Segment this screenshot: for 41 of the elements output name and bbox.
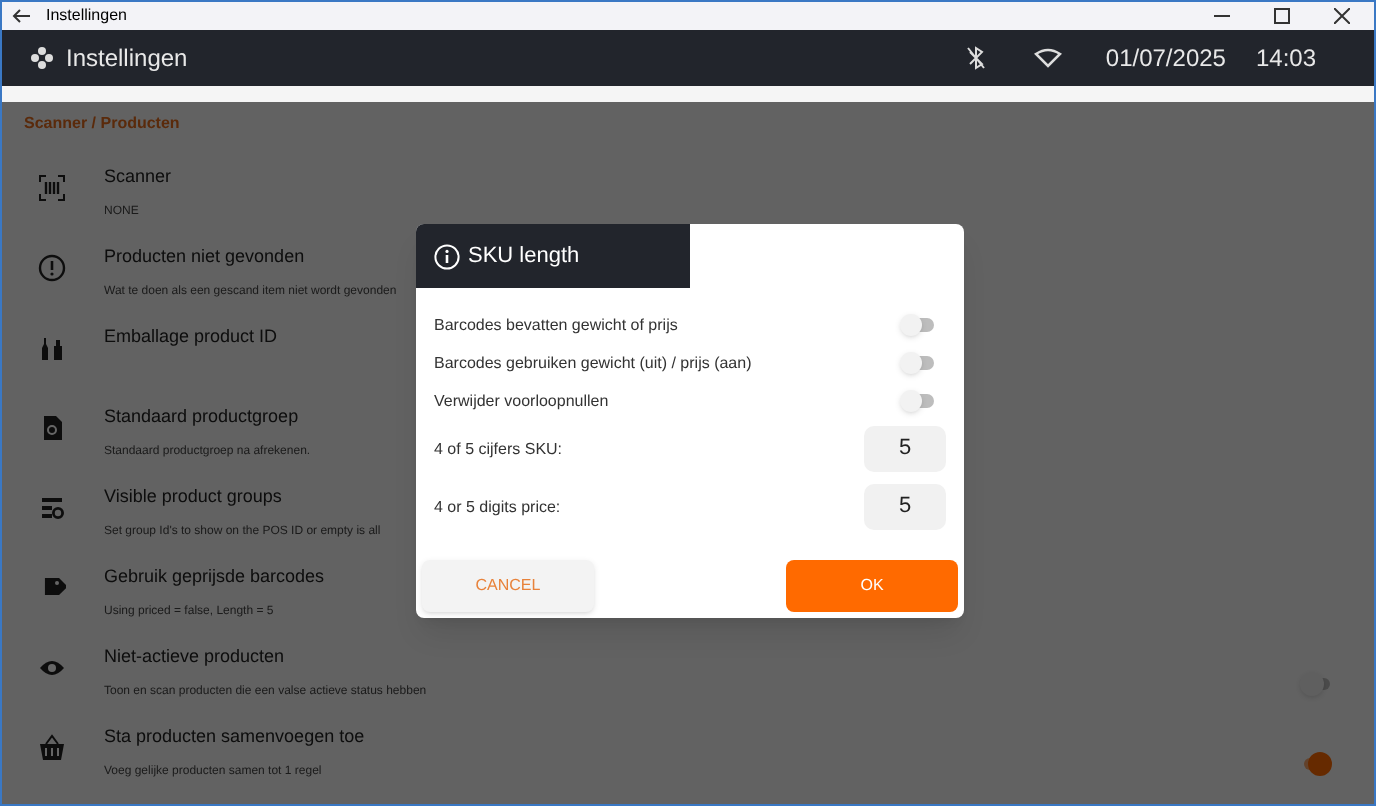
wifi-icon — [1033, 48, 1062, 69]
barcode-icon — [38, 174, 66, 202]
breadcrumb: Scanner / Producten — [24, 112, 182, 136]
info-icon — [434, 243, 460, 269]
setting-title[interactable]: Gebruik geprijsde barcodes — [104, 564, 325, 591]
time: 14:03 — [1255, 42, 1316, 77]
document-search-icon — [38, 414, 66, 442]
back-icon[interactable] — [12, 8, 32, 25]
list-settings-icon — [38, 494, 66, 522]
ok-button[interactable]: OK — [786, 560, 958, 612]
window-title: Instellingen — [46, 4, 127, 29]
toggle-switch[interactable] — [1300, 672, 1332, 696]
toggle-switch[interactable] — [900, 314, 934, 336]
option-label: Barcodes gebruiken gewicht (uit) / prijs (aan) — [434, 351, 752, 375]
dialog-title: SKU length — [468, 241, 580, 272]
setting-title[interactable]: Visible product groups — [104, 484, 381, 511]
close-icon[interactable] — [1334, 8, 1350, 25]
toggle-switch[interactable] — [900, 352, 934, 374]
setting-title[interactable]: Sta producten samenvoegen toe — [104, 724, 365, 751]
toggle-switch[interactable] — [900, 390, 934, 412]
setting-title[interactable]: Standaard productgroep — [104, 404, 311, 431]
option-label: Verwijder voorloopnullen — [434, 389, 609, 413]
setting-title[interactable]: Niet-actieve producten — [104, 644, 427, 671]
number-field[interactable]: 5 — [864, 426, 946, 472]
setting-title[interactable]: Producten niet gevonden — [104, 244, 397, 271]
option-label: 4 of 5 cijfers SKU: — [434, 437, 563, 461]
basket-icon — [38, 734, 66, 762]
maximize-icon[interactable] — [1274, 8, 1290, 25]
option-label: Barcodes bevatten gewicht of prijs — [434, 313, 678, 337]
date: 01/07/2025 — [1105, 42, 1226, 77]
number-field[interactable]: 5 — [864, 484, 946, 530]
bluetooth-off-icon — [965, 46, 986, 71]
option-label: 4 or 5 digits price: — [434, 495, 561, 519]
app-title: Instellingen — [66, 42, 188, 77]
setting-title[interactable]: Emballage product ID — [104, 324, 278, 351]
cancel-button[interactable]: CANCEL — [422, 560, 594, 612]
bottles-icon — [38, 334, 66, 362]
flower-icon — [30, 46, 54, 71]
alert-icon — [38, 254, 66, 282]
toggle-switch[interactable] — [1300, 752, 1332, 776]
setting-title[interactable]: Scanner — [104, 164, 172, 191]
